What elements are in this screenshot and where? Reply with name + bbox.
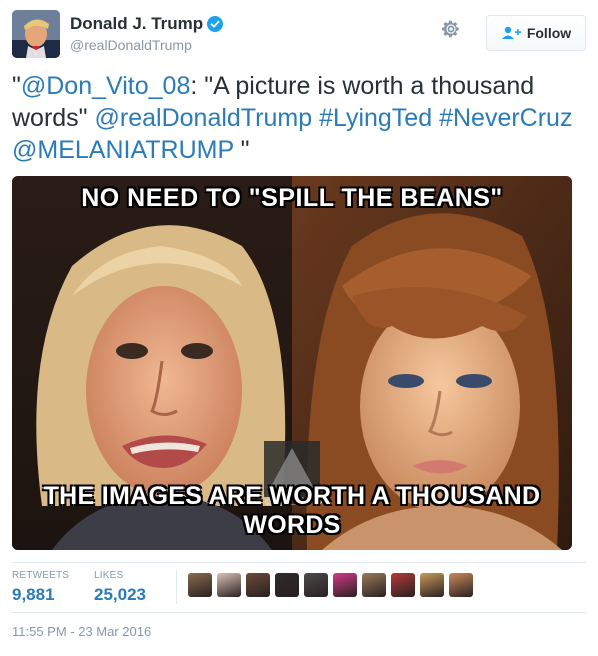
liker-avatar[interactable] [188, 573, 212, 597]
hashtag-link[interactable]: #LyingTed [319, 104, 432, 132]
retweets-count: 9,881 [12, 585, 55, 604]
tweet-header: Donald J. Trump @realDonaldTrump Follow [12, 10, 586, 60]
tweet-timestamp[interactable]: 11:55 PM - 23 Mar 2016 [12, 624, 151, 639]
meme-bottom-caption: THE IMAGES ARE WORTH A THOUSAND WORDS [43, 482, 541, 539]
author-display-name[interactable]: Donald J. Trump [70, 14, 203, 34]
liker-avatar[interactable] [333, 573, 357, 597]
hashtag-link[interactable]: #NeverCruz [439, 104, 572, 132]
mention-link[interactable]: @Don_Vito_08 [21, 72, 190, 100]
tweet-media-image[interactable]: NO NEED TO "SPILL THE BEANS" @Don_Vito_0… [12, 176, 572, 550]
meme-top-caption: NO NEED TO "SPILL THE BEANS" [81, 184, 503, 212]
likes-count: 25,023 [94, 585, 146, 604]
verified-badge-icon [207, 16, 224, 32]
author-info: Donald J. Trump @realDonaldTrump [70, 14, 224, 53]
liker-avatar[interactable] [275, 573, 299, 597]
liker-avatar[interactable] [304, 573, 328, 597]
liker-avatars [188, 573, 473, 597]
likes-stat[interactable]: LIKES 25,023 [94, 570, 146, 605]
tweet-text: "@Don_Vito_08: "A picture is worth a tho… [12, 70, 586, 166]
liker-avatar[interactable] [449, 573, 473, 597]
author-screen-name[interactable]: @realDonaldTrump [70, 37, 223, 53]
follow-button[interactable]: Follow [486, 15, 586, 51]
retweets-stat[interactable]: RETWEETS 9,881 [12, 570, 69, 605]
user-avatar-icon [12, 10, 60, 58]
likes-label: LIKES [94, 570, 124, 581]
tweet-text-segment: " [12, 72, 21, 100]
gear-icon[interactable] [440, 18, 462, 40]
liker-avatar[interactable] [391, 573, 415, 597]
liker-avatar[interactable] [217, 573, 241, 597]
stats-separator [176, 570, 177, 604]
liker-avatar[interactable] [420, 573, 444, 597]
add-person-icon [501, 26, 521, 39]
author-name-row[interactable]: Donald J. Trump [70, 14, 224, 34]
liker-avatar[interactable] [246, 573, 270, 597]
retweets-label: RETWEETS [12, 570, 70, 581]
mention-link[interactable]: @MELANIATRUMP [12, 136, 234, 164]
mention-link[interactable]: @realDonaldTrump [95, 104, 313, 132]
tweet-text-segment: " [233, 136, 250, 164]
author-avatar[interactable] [12, 10, 60, 58]
stats-divider-bottom [12, 612, 586, 613]
liker-avatar[interactable] [362, 573, 386, 597]
follow-button-label: Follow [526, 25, 572, 41]
stats-divider [12, 562, 586, 563]
